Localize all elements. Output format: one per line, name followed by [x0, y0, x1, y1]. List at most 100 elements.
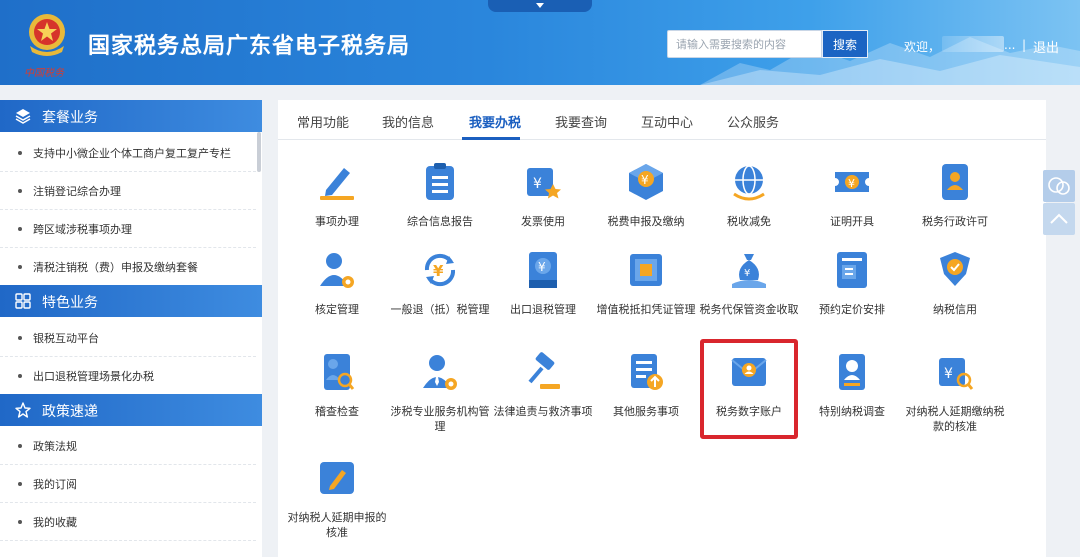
bullet-icon: [18, 374, 22, 378]
func-item[interactable]: ¥ 税务代保管资金收取: [699, 250, 799, 340]
sidebar-item[interactable]: 跨区域涉税事项办理: [0, 210, 256, 248]
func-label: 事项办理: [315, 215, 359, 228]
sidebar-item[interactable]: 我的收藏: [0, 503, 256, 541]
sidebar: 套餐业务 支持中小微企业个体工商户复工复产专栏 注销登记综合办理 跨区域涉税事项…: [0, 100, 262, 557]
header-separator: |: [1022, 38, 1027, 52]
func-item[interactable]: ¥ 税费申报及缴纳: [596, 162, 696, 252]
section-title: 套餐业务: [42, 110, 98, 126]
bullet-icon: [18, 151, 22, 155]
sidebar-item[interactable]: 清税注销税（费）申报及缴纳套餐: [0, 248, 256, 286]
func-item[interactable]: 纳税信用: [905, 250, 1005, 340]
invoice-icon: ¥: [527, 168, 561, 199]
func-item[interactable]: 法律追责与救济事项: [493, 352, 593, 442]
func-item[interactable]: 核定管理: [287, 250, 387, 340]
tab-common[interactable]: 常用功能: [297, 112, 349, 131]
svg-text:¥: ¥: [538, 260, 546, 274]
voucher-icon: [630, 254, 662, 286]
func-label: 特别纳税调查: [819, 405, 885, 418]
sidebar-scrollbar[interactable]: [257, 132, 261, 172]
sidebar-item-label: 跨区域涉税事项办理: [33, 223, 132, 236]
id-card-icon: [839, 354, 865, 390]
chat-float-button[interactable]: [1043, 170, 1075, 202]
func-label: 出口退税管理: [510, 303, 576, 316]
emblem-caption: 中国税务: [24, 68, 64, 79]
func-item[interactable]: ¥ 一般退（抵）税管理: [390, 250, 490, 340]
globe-icon: [733, 165, 765, 201]
logout-link[interactable]: 退出: [1033, 37, 1059, 56]
sidebar-item[interactable]: 出口退税管理场景化办税: [0, 357, 256, 395]
func-item[interactable]: 稽查检查: [287, 352, 387, 442]
func-label: 综合信息报告: [407, 215, 473, 228]
svg-text:¥: ¥: [641, 173, 649, 187]
back-to-top-button[interactable]: [1043, 203, 1075, 235]
svg-text:¥: ¥: [533, 176, 542, 192]
sidebar-item[interactable]: 政策法规: [0, 427, 256, 465]
collapse-header-toggle[interactable]: [488, 0, 592, 12]
func-item[interactable]: 特别纳税调查: [802, 352, 902, 442]
search-input[interactable]: [667, 30, 822, 58]
sidebar-item[interactable]: 银税互动平台: [0, 319, 256, 357]
grid-icon: [15, 293, 31, 309]
sidebar-section-package[interactable]: 套餐业务: [0, 100, 262, 132]
func-label: 增值税抵扣凭证管理: [596, 303, 696, 316]
func-item[interactable]: ¥ 出口退税管理: [493, 250, 593, 340]
shield-check-icon: [940, 252, 970, 286]
money-bag-icon: ¥: [732, 254, 766, 288]
search-button[interactable]: 搜索: [822, 30, 868, 58]
sidebar-item[interactable]: 注销登记综合办理: [0, 172, 256, 210]
sidebar-item-label: 出口退税管理场景化办税: [33, 370, 154, 383]
func-label: 税费申报及缴纳: [607, 215, 685, 228]
func-label: 核定管理: [315, 303, 359, 316]
layers-icon: [15, 109, 31, 124]
func-item[interactable]: 综合信息报告: [390, 162, 490, 252]
tab-public-service[interactable]: 公众服务: [727, 112, 779, 131]
func-item[interactable]: ¥ 发票使用: [493, 162, 593, 252]
sidebar-item[interactable]: 支持中小微企业个体工商户复工复产专栏: [0, 134, 256, 172]
masked-username: [942, 36, 1004, 52]
bullet-icon: [18, 482, 22, 486]
badge-icon: [942, 164, 968, 200]
func-item[interactable]: 涉税专业服务机构管理: [390, 352, 490, 442]
chat-icon: [1048, 177, 1070, 195]
func-label: 预约定价安排: [819, 303, 885, 316]
func-item[interactable]: 对纳税人延期申报的核准: [287, 458, 387, 548]
func-item[interactable]: 税收减免: [699, 162, 799, 252]
func-item[interactable]: 税务行政许可: [905, 162, 1005, 252]
section-title: 特色业务: [42, 295, 98, 311]
sidebar-item-label: 清税注销税（费）申报及缴纳套餐: [33, 261, 198, 274]
pen-icon: [320, 168, 354, 200]
bullet-icon: [18, 444, 22, 448]
welcome-label: 欢迎，: [904, 40, 941, 54]
func-label: 稽查检查: [315, 405, 359, 418]
sidebar-item-label: 支持中小微企业个体工商户复工复产专栏: [33, 147, 231, 160]
gavel-icon: [528, 352, 560, 389]
func-label: 其他服务事项: [613, 405, 679, 418]
sidebar-item[interactable]: 我的订阅: [0, 465, 256, 503]
sidebar-item-label: 政策法规: [33, 440, 77, 453]
sidebar-section-featured[interactable]: 特色业务: [0, 285, 262, 317]
func-item[interactable]: 预约定价安排: [802, 250, 902, 340]
star-icon: [15, 402, 31, 418]
document-icon: [837, 252, 867, 288]
func-item[interactable]: ¥ 证明开具: [802, 162, 902, 252]
sidebar-item-label: 我的订阅: [33, 478, 77, 491]
func-item[interactable]: ¥ 对纳税人延期缴纳税款的核准: [905, 352, 1005, 442]
bullet-icon: [18, 336, 22, 340]
func-label: 涉税专业服务机构管理: [390, 405, 490, 433]
tab-interaction[interactable]: 互动中心: [641, 112, 693, 131]
func-label: 对纳税人延期缴纳税款的核准: [905, 405, 1005, 433]
yuan-box-icon: ¥: [629, 164, 663, 200]
sidebar-section-policy[interactable]: 政策速递: [0, 394, 262, 426]
yuan-search-icon: ¥: [939, 358, 974, 390]
sidebar-item-label: 注销登记综合办理: [33, 185, 121, 198]
func-item[interactable]: 其他服务事项: [596, 352, 696, 442]
tab-query[interactable]: 我要查询: [555, 112, 607, 131]
func-label: 一般退（抵）税管理: [390, 303, 490, 316]
tab-do-tax[interactable]: 我要办税: [469, 112, 521, 131]
func-item[interactable]: 增值税抵扣凭证管理: [596, 250, 696, 340]
list-upload-icon: [631, 354, 663, 390]
func-item[interactable]: 事项办理: [287, 162, 387, 252]
chevron-up-icon: [1050, 213, 1068, 224]
active-tab-indicator: [462, 137, 520, 140]
tab-my-info[interactable]: 我的信息: [382, 112, 434, 131]
